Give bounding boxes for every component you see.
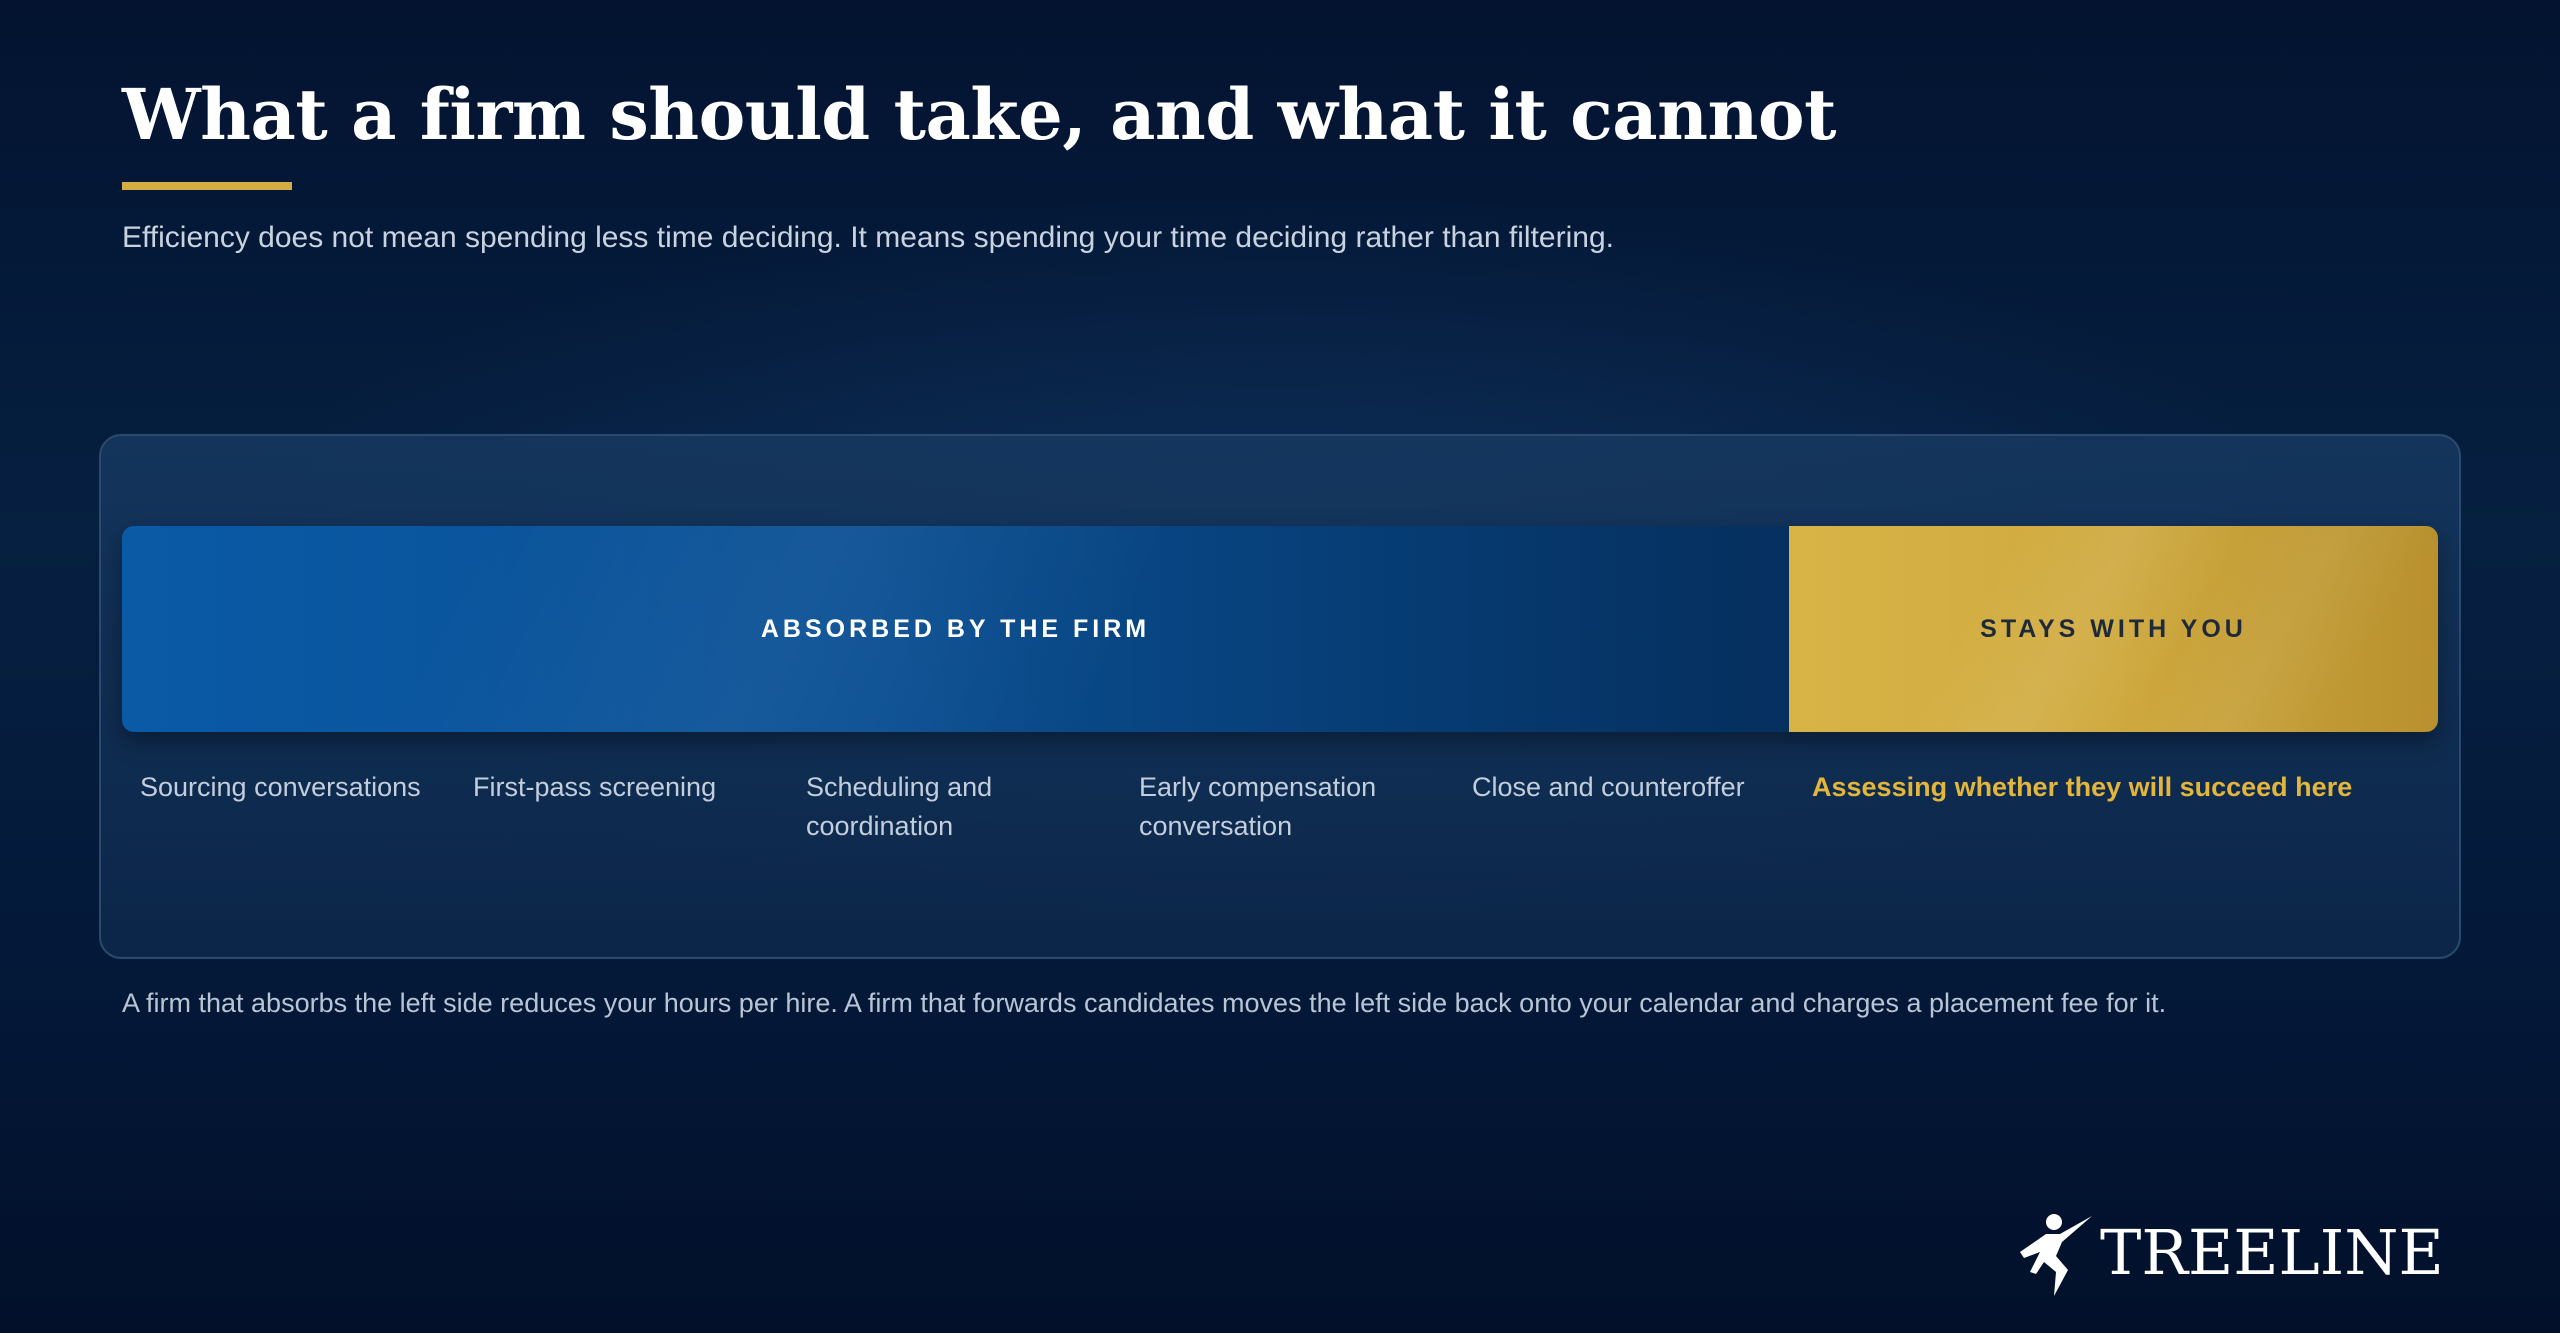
task-list: Sourcing conversations First-pass screen… xyxy=(122,768,2438,868)
page-title: What a firm should take, and what it can… xyxy=(122,73,1836,156)
firm-segment-label: ABSORBED BY THE FIRM xyxy=(760,614,1151,643)
you-segment: STAYS WITH YOU xyxy=(1789,526,2438,732)
task-item-sourcing: Sourcing conversations xyxy=(140,772,421,802)
footnote: A firm that absorbs the left side reduce… xyxy=(122,988,2167,1018)
page-subtitle: Efficiency does not mean spending less t… xyxy=(122,221,1614,254)
task-item-close: Close and counteroffer xyxy=(1472,772,1745,802)
title-underline xyxy=(122,182,292,190)
brand-name: TREELINE xyxy=(2100,1216,2444,1289)
firm-segment: ABSORBED BY THE FIRM xyxy=(122,526,1789,732)
responsibility-bar: ABSORBED BY THE FIRM STAYS WITH YOU xyxy=(122,526,2438,732)
slide: What a firm should take, and what it can… xyxy=(0,0,2560,1333)
brand-logo: TREELINE xyxy=(2016,1208,2444,1298)
task-item-compensation: Early compensation conversation xyxy=(1139,772,1377,841)
running-figure-icon xyxy=(2020,1214,2092,1296)
you-segment-label: STAYS WITH YOU xyxy=(1980,614,2247,643)
task-item-scheduling: Scheduling and coordination xyxy=(806,772,993,841)
task-item-assessing: Assessing whether they will succeed here xyxy=(1812,772,2353,802)
task-item-screening: First-pass screening xyxy=(473,772,717,802)
